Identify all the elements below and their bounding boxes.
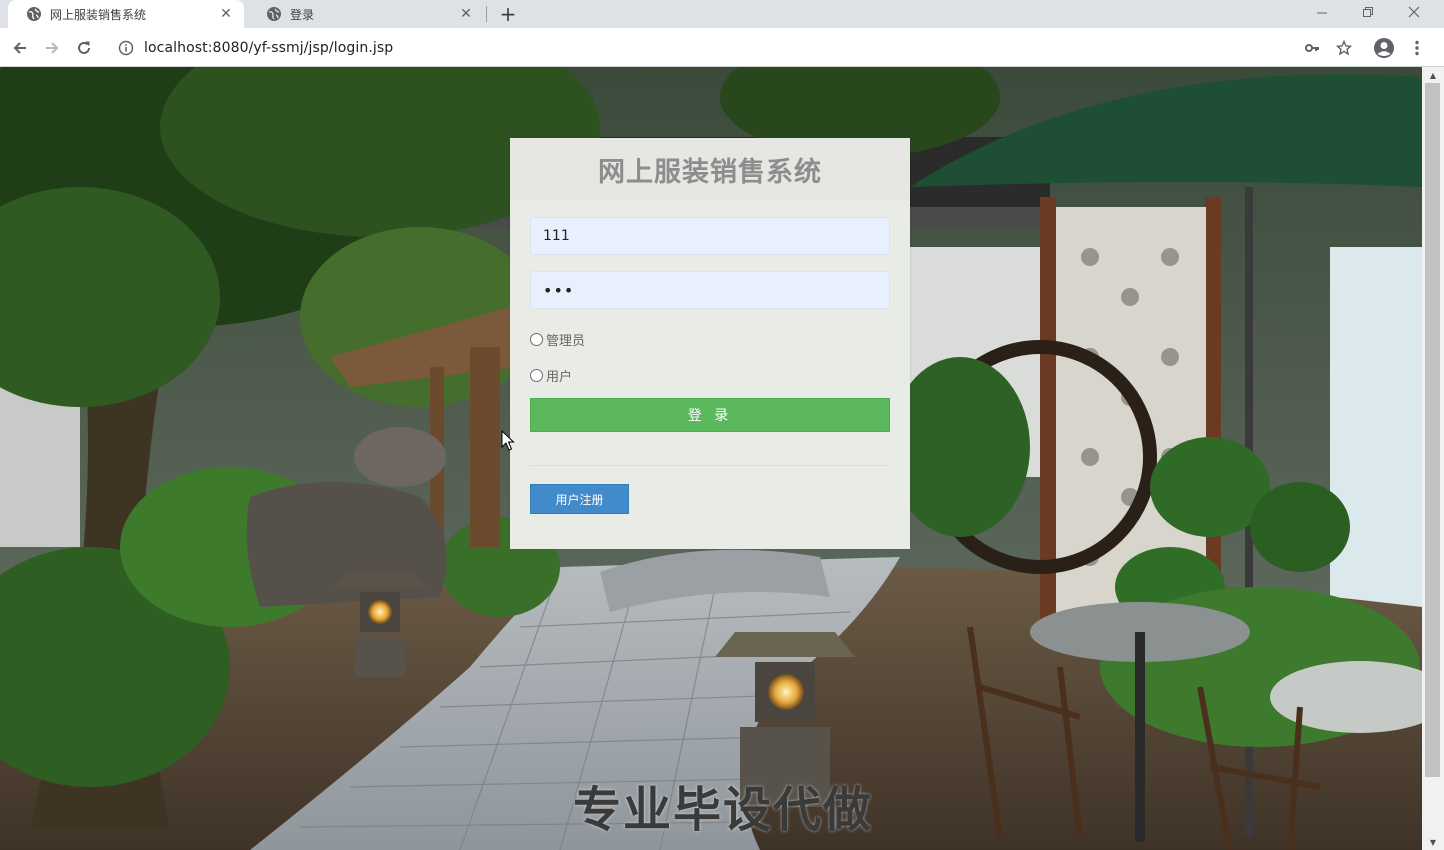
page-title: 网上服装销售系统 <box>598 156 822 188</box>
bookmark-button[interactable] <box>1330 34 1358 62</box>
minimize-icon <box>1316 12 1327 13</box>
restore-icon <box>1362 6 1373 17</box>
back-button[interactable] <box>6 34 34 62</box>
radio-button[interactable] <box>530 333 543 346</box>
role-option-user[interactable]: 用户 <box>530 366 572 385</box>
close-window-button[interactable] <box>1394 0 1434 24</box>
close-tab-icon[interactable]: ✕ <box>458 6 474 22</box>
tab-login[interactable]: 登录 ✕ <box>248 0 484 28</box>
watermark-text: 专业毕设代做 <box>573 782 874 838</box>
avatar-icon <box>1374 38 1394 58</box>
more-vertical-icon <box>1415 40 1419 56</box>
profile-button[interactable] <box>1370 34 1398 62</box>
password-input[interactable]: ••• <box>530 271 890 309</box>
tab-strip: 网上服装销售系统 ✕ 登录 ✕ + <box>0 0 1444 28</box>
page-viewport: 网上服装销售系统 111 ••• 管理员 用户 登 录 用户注册 专业毕设代做 … <box>0 67 1444 850</box>
new-tab-button[interactable]: + <box>496 2 520 26</box>
restore-button[interactable] <box>1348 0 1388 24</box>
role-label: 用户 <box>546 370 573 385</box>
menu-button[interactable] <box>1403 34 1431 62</box>
address-bar[interactable]: localhost:8080/yf-ssmj/jsp/login.jsp <box>106 32 1366 63</box>
star-icon <box>1336 40 1352 56</box>
tab-separator <box>486 6 487 22</box>
login-panel: 网上服装销售系统 111 ••• 管理员 用户 登 录 用户注册 <box>510 138 910 549</box>
key-button[interactable] <box>1298 34 1326 62</box>
close-icon <box>1408 6 1420 18</box>
tab-login-system[interactable]: 网上服装销售系统 ✕ <box>8 0 244 28</box>
tab-title: 登录 <box>290 7 315 22</box>
forward-button[interactable] <box>38 34 66 62</box>
register-button[interactable]: 用户注册 <box>530 484 629 514</box>
url-text: localhost:8080/yf-ssmj/jsp/login.jsp <box>144 39 394 56</box>
scroll-down-arrow-icon[interactable]: ▼ <box>1422 834 1444 850</box>
role-label: 管理员 <box>546 334 586 349</box>
key-icon <box>1305 44 1319 52</box>
tab-title: 网上服装销售系统 <box>50 7 147 22</box>
scrollbar-thumb[interactable] <box>1425 83 1440 777</box>
minimize-button[interactable] <box>1302 0 1342 24</box>
arrow-left-icon <box>13 42 26 54</box>
vertical-scrollbar[interactable]: ▲ ▼ <box>1422 67 1444 850</box>
close-tab-icon[interactable]: ✕ <box>218 6 234 22</box>
globe-icon <box>267 7 281 21</box>
radio-button[interactable] <box>530 369 543 382</box>
login-button[interactable]: 登 录 <box>530 398 890 432</box>
username-input[interactable]: 111 <box>530 217 890 255</box>
browser-toolbar: localhost:8080/yf-ssmj/jsp/login.jsp <box>0 28 1444 67</box>
info-icon[interactable] <box>116 38 136 58</box>
reload-icon <box>78 41 90 54</box>
arrow-right-icon <box>46 42 59 54</box>
scroll-up-arrow-icon[interactable]: ▲ <box>1422 67 1444 83</box>
reload-button[interactable] <box>70 34 98 62</box>
divider <box>530 465 890 466</box>
role-option-admin[interactable]: 管理员 <box>530 330 585 349</box>
login-header: 网上服装销售系统 <box>510 138 910 200</box>
mouse-cursor-icon <box>501 430 515 451</box>
globe-icon <box>27 7 41 21</box>
